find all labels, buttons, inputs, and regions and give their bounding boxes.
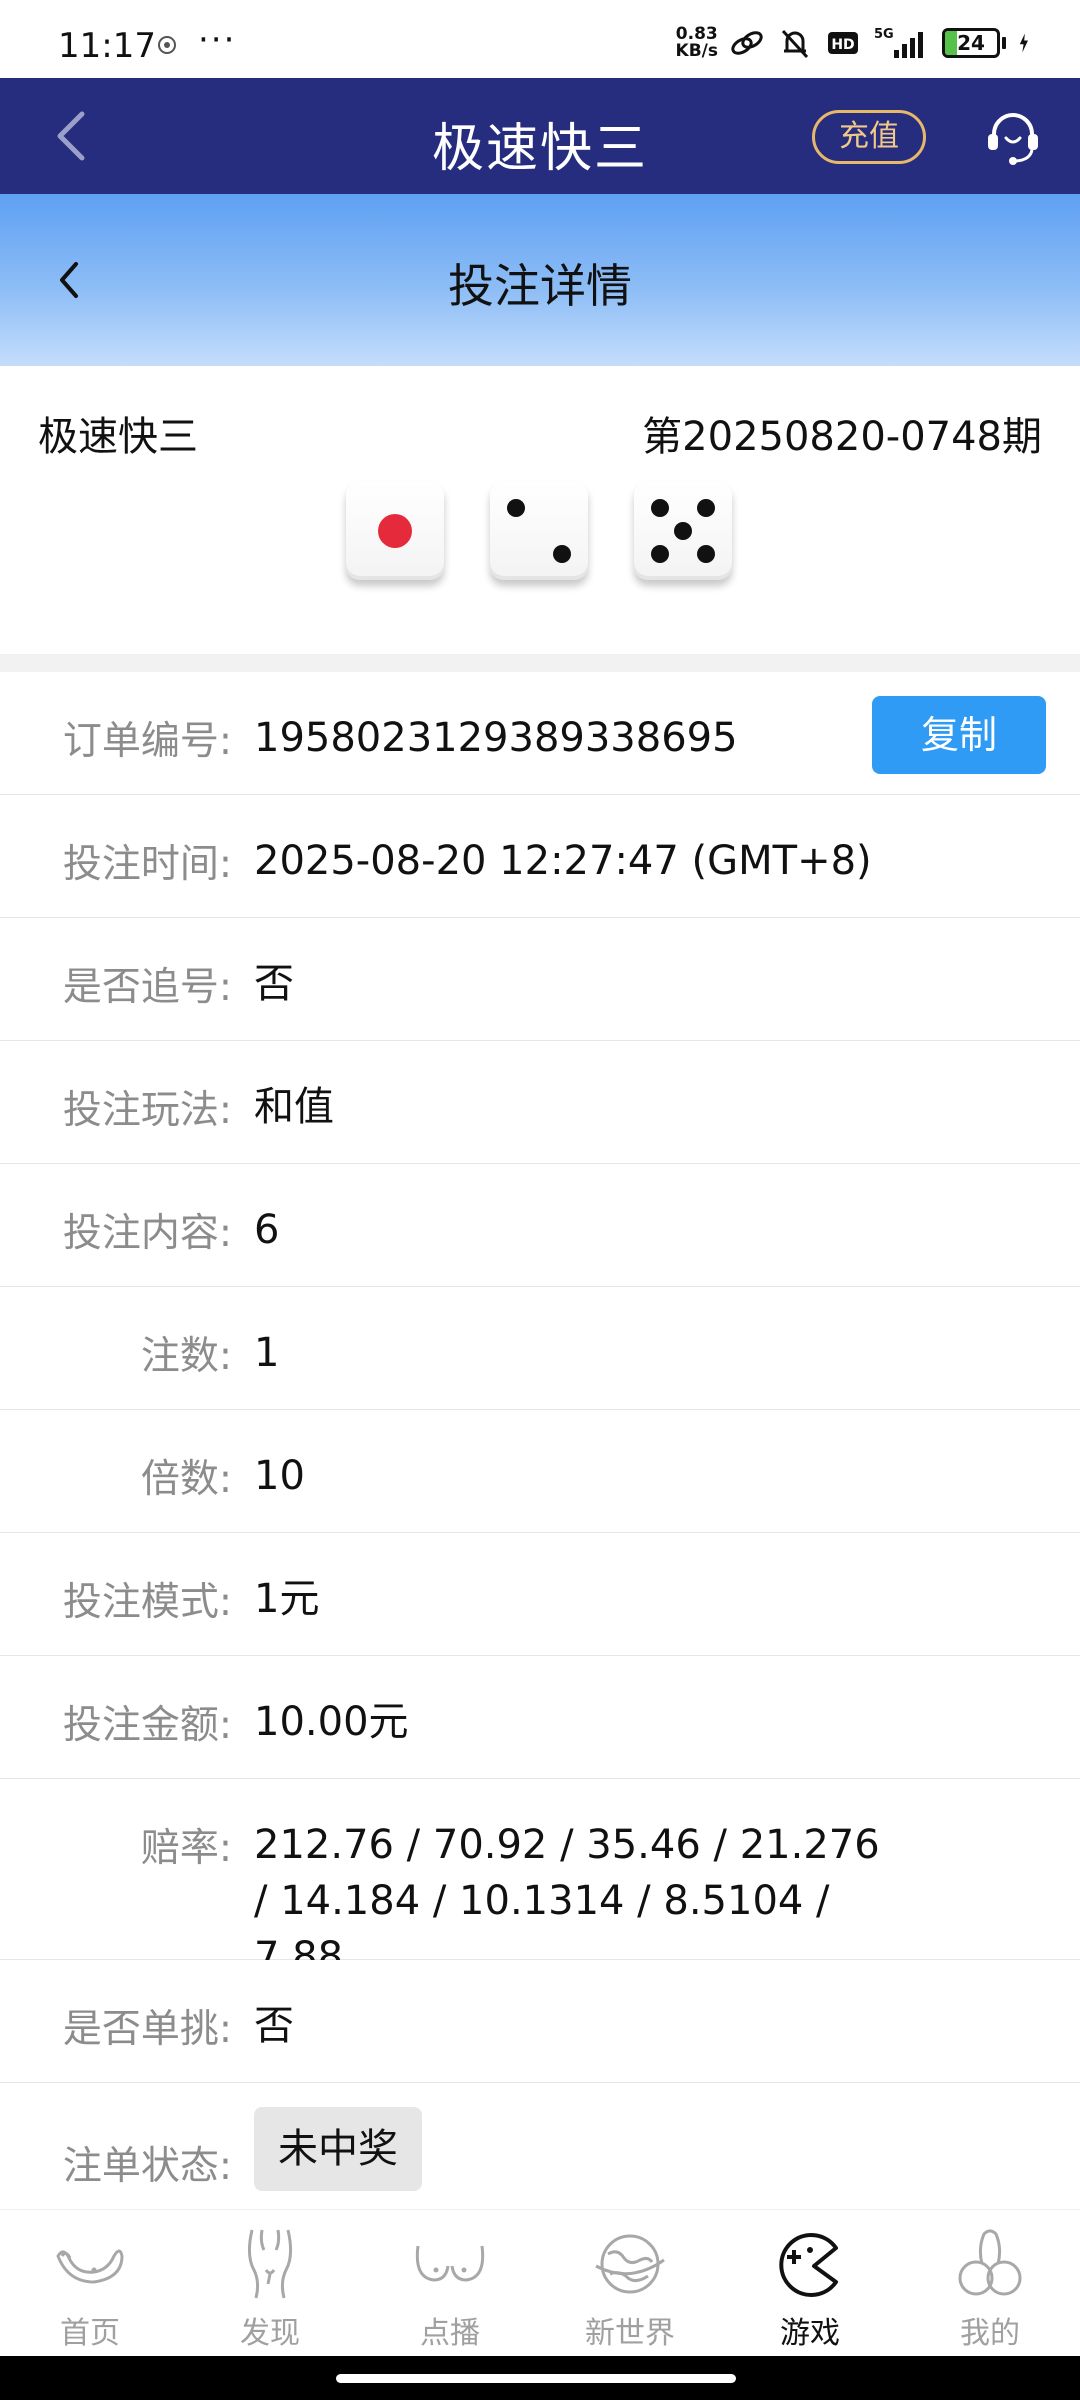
detail-row-bet-time: 投注时间: 2025-08-20 12:27:47 (GMT+8) (0, 795, 1080, 918)
page-title: 投注详情 (448, 259, 632, 313)
link-icon (731, 31, 763, 55)
play-type-value: 和值 (254, 1084, 334, 1130)
status-badge: 未中奖 (254, 2107, 422, 2191)
network-speed: 0.83 KB/s (676, 26, 718, 60)
profile-icon (958, 2229, 1022, 2296)
status-more-icon: ··· (198, 20, 237, 60)
nav-label-new-world: 新世界 (585, 2316, 675, 2351)
app-header: 极速快三 充值 (0, 78, 1080, 194)
nav-item-game[interactable]: 游戏 (720, 2210, 900, 2356)
battery-level: 24 (957, 31, 985, 55)
die-pip (651, 499, 670, 518)
status-time: 11:17 (58, 26, 156, 66)
svg-text:HD: HD (831, 37, 854, 53)
network-type: 5G (874, 27, 894, 42)
status-label: 注单状态: (62, 2144, 232, 2189)
detail-row-count: 注数: 1 (0, 1287, 1080, 1410)
multiple-label: 倍数: (140, 1457, 232, 1502)
battery-fill (945, 31, 958, 55)
status-bar: 11:17 ··· 0.83 KB/s HD 5G 24 (0, 0, 1080, 78)
detail-row-order-no: 订单编号: 1958023129389338695 复制 (0, 672, 1080, 795)
nav-item-discover[interactable]: 发现 (180, 2210, 360, 2356)
content-label: 投注内容: (62, 1211, 232, 1256)
hd-icon: HD (828, 32, 858, 54)
odds-label: 赔率: (140, 1826, 232, 1871)
recharge-button[interactable]: 充值 (812, 110, 926, 164)
order-no-value: 1958023129389338695 (254, 715, 738, 761)
detail-row-odds: 赔率: 212.76 / 70.92 / 35.46 / 21.276 / 14… (0, 1779, 1080, 1980)
die-pip (696, 499, 715, 518)
detail-row-status: 注单状态: 未中奖 (0, 2083, 1080, 2213)
detail-row-chase: 是否追号: 否 (0, 918, 1080, 1041)
die-pip (696, 544, 715, 563)
section-divider (0, 654, 1080, 672)
count-label: 注数: (140, 1334, 232, 1379)
detail-row-amount: 投注金额: 10.00元 (0, 1656, 1080, 1779)
dice-row (346, 482, 732, 580)
battery-icon: 24 (942, 28, 1006, 58)
detail-row-content: 投注内容: 6 (0, 1164, 1080, 1287)
nav-label-game: 游戏 (780, 2316, 840, 2351)
amount-value: 10.00元 (254, 1699, 409, 1745)
die-2 (490, 482, 588, 580)
mute-bell-icon (781, 29, 809, 59)
detail-row-multiple: 倍数: 10 (0, 1410, 1080, 1533)
die-pip (674, 522, 692, 540)
bottom-nav: 首页 发现 点播 新世界 游戏 我的 (0, 2210, 1080, 2356)
issue-number: 第20250820-0748期 (642, 414, 1042, 460)
discover-icon (247, 2229, 293, 2299)
bet-time-value: 2025-08-20 12:27:47 (GMT+8) (254, 838, 872, 884)
gesture-bar (0, 2356, 1080, 2400)
nav-label-discover: 发现 (240, 2316, 300, 2351)
vod-icon (415, 2245, 485, 2282)
chase-label: 是否追号: (62, 965, 232, 1010)
die-pip (378, 514, 412, 548)
play-type-label: 投注玩法: (62, 1088, 232, 1133)
detail-row-single: 是否单挑: 否 (0, 1960, 1080, 2083)
copy-button[interactable]: 复制 (872, 696, 1046, 774)
single-value: 否 (254, 2003, 294, 2049)
game-icon (779, 2233, 838, 2297)
nav-item-new-world[interactable]: 新世界 (540, 2210, 720, 2356)
signal-icon: 5G (874, 27, 923, 58)
bet-time-label: 投注时间: (62, 842, 232, 887)
home-icon (56, 2249, 124, 2284)
mode-label: 投注模式: (62, 1580, 232, 1625)
app-notification-icon (158, 36, 176, 54)
game-name: 极速快三 (38, 414, 198, 460)
sub-header: 投注详情 (0, 194, 1080, 366)
chase-value: 否 (254, 961, 294, 1007)
die-pip (552, 544, 571, 563)
nav-label-vod: 点播 (420, 2316, 480, 2351)
customer-service-icon[interactable] (982, 108, 1044, 168)
charging-icon (1019, 33, 1028, 53)
nav-label-profile: 我的 (960, 2316, 1020, 2351)
order-no-label: 订单编号: (62, 719, 232, 764)
die-pip (507, 499, 526, 518)
nav-item-home[interactable]: 首页 (0, 2210, 180, 2356)
nav-item-vod[interactable]: 点播 (360, 2210, 540, 2356)
draw-result: 极速快三 第20250820-0748期 (0, 366, 1080, 654)
detail-row-play-type: 投注玩法: 和值 (0, 1041, 1080, 1164)
detail-row-mode: 投注模式: 1元 (0, 1533, 1080, 1656)
bet-details: 订单编号: 1958023129389338695 复制 投注时间: 2025-… (0, 672, 1080, 2213)
die-3 (634, 482, 732, 580)
multiple-value: 10 (254, 1453, 305, 1499)
nav-item-profile[interactable]: 我的 (900, 2210, 1080, 2356)
home-indicator[interactable] (336, 2374, 736, 2383)
nav-label-home: 首页 (60, 2316, 120, 2351)
count-value: 1 (254, 1330, 280, 1376)
amount-label: 投注金额: (62, 1703, 232, 1748)
content-value: 6 (254, 1207, 280, 1253)
die-1 (346, 482, 444, 580)
die-pip (651, 544, 670, 563)
mode-value: 1元 (254, 1576, 320, 1622)
new-world-icon (595, 2234, 665, 2294)
single-label: 是否单挑: (62, 2007, 232, 2052)
network-speed-unit: KB/s (675, 41, 718, 61)
